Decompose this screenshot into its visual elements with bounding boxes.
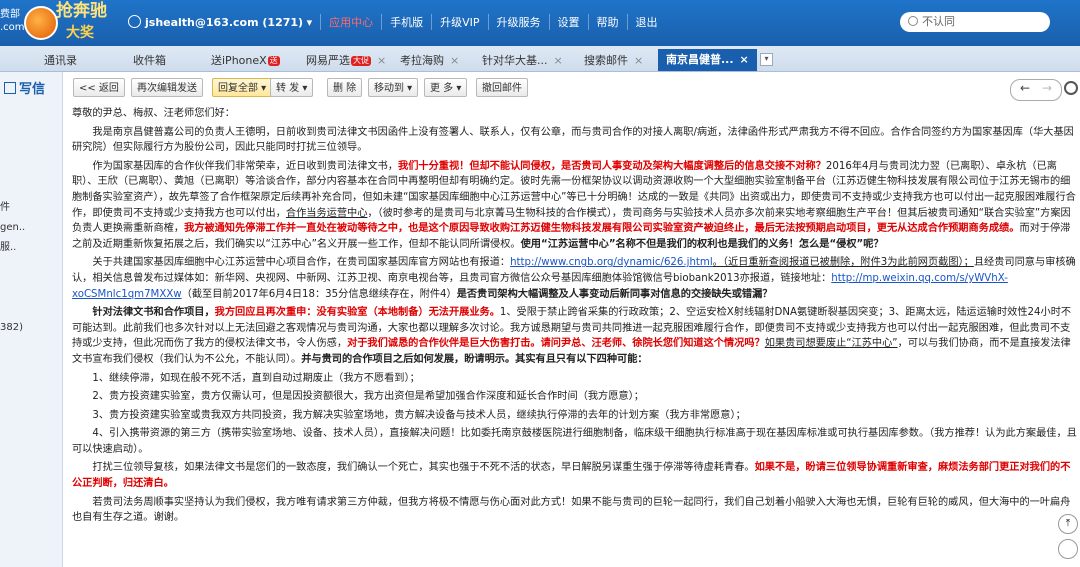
nav-settings[interactable]: 设置 <box>548 14 588 30</box>
back-button[interactable]: << 返回 <box>73 78 125 97</box>
tab-email-thread[interactable]: 针对华大基... × <box>482 50 563 71</box>
nav-logout[interactable]: 退出 <box>626 14 666 30</box>
move-to-label: 移动到 <box>374 83 404 94</box>
delete-button[interactable]: 删 除 <box>327 78 363 97</box>
tab-label: 考拉海购 <box>400 54 444 67</box>
sidebar-item[interactable]: 件 <box>0 198 60 213</box>
account-label: jshealth@163.com (1271) <box>145 16 304 29</box>
tab-inbox[interactable]: 收件箱 <box>133 50 166 71</box>
more-button[interactable]: 更 多 ▾ <box>424 78 468 97</box>
scroll-top-icon[interactable]: ⤒ <box>1058 514 1078 534</box>
tab-badge: 大促 <box>351 56 371 66</box>
tab-current-email[interactable]: 南京昌健普... × <box>658 49 757 71</box>
sidebar-item-count[interactable]: 382) <box>0 322 60 333</box>
account-menu[interactable]: jshealth@163.com (1271) ▾ <box>120 15 320 29</box>
compose-button[interactable]: 写信 <box>4 78 45 97</box>
more-label: 更 多 <box>430 83 454 94</box>
cngb-link[interactable]: http://www.cngb.org/dynamic/626.jhtml <box>510 257 713 268</box>
paragraph-response: 针对法律文书和合作项目，我方回应且再次重申：没有实验室（本地制备）无法开展业务。… <box>72 305 1078 367</box>
left-sidebar: 写信 件 gen.. 服.. 382) <box>0 72 63 567</box>
close-icon[interactable]: × <box>450 54 459 67</box>
email-body: 尊敬的尹总、梅叔、汪老师您们好： 我是南京昌健普嘉公司的负责人王德明，日前收到贵… <box>72 106 1078 567</box>
nav-upgrade-vip[interactable]: 升级VIP <box>431 14 487 30</box>
tab-iphonex[interactable]: 送iPhoneX 送 <box>211 50 280 71</box>
tab-yanxuan[interactable]: 网易严选 大促 × <box>306 50 386 71</box>
bold-text: 并与贵司的合作项目之后如何发展，盼请明示。其实有且只有以下四种可能： <box>301 353 648 365</box>
paragraph-intro: 我是南京昌健普嘉公司的负责人王德明，日前收到贵司法律文书因函件上没有签署人、联系… <box>72 126 1074 154</box>
arrow-left-icon[interactable]: ← <box>1020 81 1030 95</box>
tab-search-mail[interactable]: 搜索邮件 × <box>584 50 643 71</box>
close-icon[interactable]: × <box>554 54 563 67</box>
brand-fragment: 费部 .com <box>0 9 25 33</box>
search-input[interactable]: 不认同 <box>900 12 1050 32</box>
promo-subtitle[interactable]: 大奖 <box>66 22 94 42</box>
sidebar-item[interactable]: 服.. <box>0 238 60 253</box>
text: 打扰三位领导复核，如果法律文书是您们的一致态度，我们确认一个死亡，其实也强于不死… <box>92 462 755 474</box>
edit-resend-button[interactable]: 再次编辑发送 <box>131 78 203 97</box>
bold-text: 使用“江苏运营中心”名称不但是我们的权利也是我们的义务！怎么是“侵权”呢？ <box>520 238 884 250</box>
option-item: 2、贵方投资建实验室，贵方仅需认可，但是因投资额很大，我方出资但是希望加强合作深… <box>92 391 644 403</box>
compose-label: 写信 <box>19 82 46 97</box>
tab-label: 网易严选 <box>306 54 350 67</box>
highlight-text: 我方回应且再次重申：没有实验室（本地制备）无法开展业务。 <box>214 307 500 319</box>
nav-upgrade-service[interactable]: 升级服务 <box>487 14 549 30</box>
highlight-text: 我们十分重视！但却不能认同侵权，是否贵司人事变动及架构大幅度调整后的信息交接不对… <box>398 160 826 172</box>
tab-label: 送iPhoneX <box>211 54 267 67</box>
tab-kaola[interactable]: 考拉海购 × <box>400 50 459 71</box>
underlined-text: 合作当务运营中心 <box>285 207 368 219</box>
underlined-text: 如果贵司想要废止“江苏中心” <box>764 338 898 350</box>
bold-text: 是否贵司架构大幅调整及人事变动后新同事对信息的交接缺失或错漏？ <box>456 288 773 300</box>
forward-label: 转 发 <box>276 83 300 94</box>
nav-app-center[interactable]: 应用中心 <box>320 14 381 30</box>
search-text: 不认同 <box>922 15 955 28</box>
forward-button[interactable]: 转 发 ▾ <box>270 78 314 97</box>
search-icon <box>908 16 918 26</box>
paragraph-closing: 打扰三位领导复核，如果法律文书是您们的一致态度，我们确认一个死亡，其实也强于不死… <box>72 460 1078 491</box>
gear-icon[interactable] <box>1064 81 1078 95</box>
tab-badge: 送 <box>267 56 280 66</box>
highlight-text: 对于我们诚恳的合作伙伴是巨大伤害打击。请问尹总、汪老师、徐院长您们知道这个情况吗… <box>347 338 765 350</box>
text: 关于共建国家基因库细胞中心江苏运营中心项目合作，在贵司国家基因库官方网站也有报道… <box>92 257 511 269</box>
promo-title[interactable]: 抢奔驰 <box>56 3 107 20</box>
reply-all-label: 回复全部 <box>218 83 258 94</box>
chevron-down-icon[interactable]: ▾ <box>760 53 773 66</box>
recall-button[interactable]: 撤回邮件 <box>476 78 528 97</box>
sidebar-item[interactable]: gen.. <box>0 222 60 233</box>
paragraph-reports: 关于共建国家基因库细胞中心江苏运营中心项目合作，在贵司国家基因库官方网站也有报道… <box>72 255 1078 302</box>
tab-contacts[interactable]: 通讯录 <box>44 50 77 71</box>
nav-mobile[interactable]: 手机版 <box>381 14 431 30</box>
tab-label: 针对华大基... <box>482 54 548 67</box>
reply-all-button[interactable]: 回复全部 ▾ <box>212 78 273 97</box>
mail-toolbar: << 返回 再次编辑发送 回复全部 ▾ 转 发 ▾ 删 除 移动到 ▾ 更 多 … <box>63 78 1080 100</box>
top-nav: jshealth@163.com (1271) ▾ 应用中心 手机版 升级VIP… <box>120 14 666 30</box>
close-icon[interactable]: × <box>377 54 386 67</box>
bold-text: 针对法律文书和合作项目， <box>92 307 215 319</box>
pencil-icon <box>4 82 16 94</box>
highlight-text: 我方被通知先停滞工作并一直处在被动等待之中，也是这个原因导致收购江苏迈健生物科技… <box>184 223 1020 235</box>
move-to-button[interactable]: 移动到 ▾ <box>368 78 419 97</box>
paragraph-final: 若贵司法务周顺事实坚持认为我们侵权，我方唯有请求第三方仲裁，但我方将极不情愿与伤… <box>72 496 1071 524</box>
prev-next-nav: ← → <box>1010 79 1062 101</box>
promo-logo-icon[interactable] <box>24 6 58 40</box>
greeting: 尊敬的尹总、梅叔、汪老师您们好： <box>72 108 235 119</box>
text: 作为国家基因库的合作伙伴我们非常荣幸，近日收到贵司法律文书， <box>92 160 399 172</box>
user-icon <box>128 15 141 28</box>
paragraph-background: 作为国家基因库的合作伙伴我们非常荣幸，近日收到贵司法律文书，我们十分重视！但却不… <box>72 159 1078 253</box>
tab-bar: 通讯录 收件箱 送iPhoneX 送 网易严选 大促 × 考拉海购 × 针对华大基...… <box>0 46 1080 72</box>
underlined-text: 。（近日重新查阅报道已被删除，附件3为此前网页截图）； <box>712 257 974 269</box>
tab-label: 搜索邮件 <box>584 54 628 67</box>
zoom-search-icon[interactable] <box>1058 539 1078 559</box>
top-header: 费部 .com 抢奔驰 大奖 jshealth@163.com (1271) ▾… <box>0 0 1080 46</box>
option-item: 1、继续停滞，如现在般不死不活，直到自动过期废止（我方不愿看到）； <box>92 372 420 384</box>
option-item: 4、引入携带资源的第三方（携带实验室场地、设备、技术人员），直接解决问题！比如委… <box>72 428 1077 455</box>
arrow-right-icon[interactable]: → <box>1042 81 1052 95</box>
close-icon[interactable]: × <box>740 53 749 66</box>
nav-help[interactable]: 帮助 <box>587 14 627 30</box>
close-icon[interactable]: × <box>634 54 643 67</box>
text: （截至目前2017年6月4日18：35分信息继续存在，附件4） <box>181 288 457 300</box>
tab-label: 南京昌健普... <box>666 53 734 66</box>
option-item: 3、贵方投资建实验室或贵我双方共同投资，我方解决实验室场地，贵方解决设备与技术人… <box>92 409 746 421</box>
